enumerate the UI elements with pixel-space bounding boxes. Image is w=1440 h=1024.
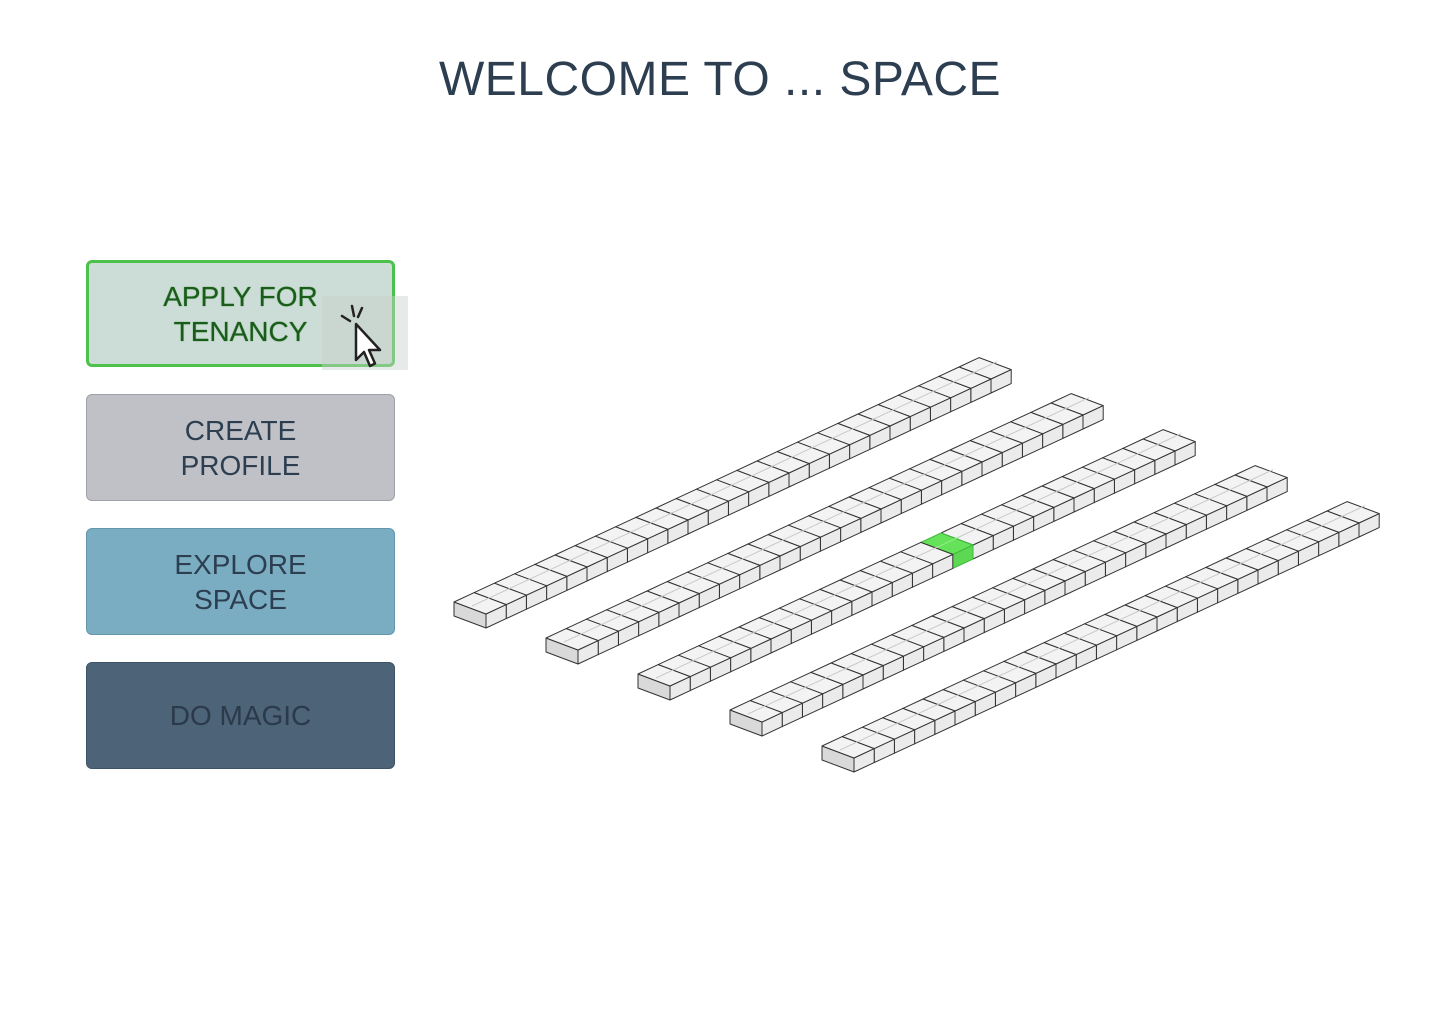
apply-for-tenancy-label: APPLY FOR TENANCY <box>163 280 318 347</box>
do-magic-label: DO MAGIC <box>169 700 312 731</box>
create-profile-label: CREATE PROFILE <box>180 414 301 481</box>
explore-space-button[interactable]: EXPLORE SPACE <box>86 528 395 635</box>
welcome-screen: WELCOME TO ... SPACE APPLY FOR TENANCY C… <box>0 0 1440 1024</box>
explore-space-label: EXPLORE SPACE <box>174 548 307 615</box>
create-profile-button[interactable]: CREATE PROFILE <box>86 394 395 501</box>
building-map[interactable] <box>440 340 1380 800</box>
do-magic-button[interactable]: DO MAGIC <box>86 662 395 769</box>
page-title: WELCOME TO ... SPACE <box>438 53 1002 106</box>
click-pointer-icon <box>322 296 408 370</box>
